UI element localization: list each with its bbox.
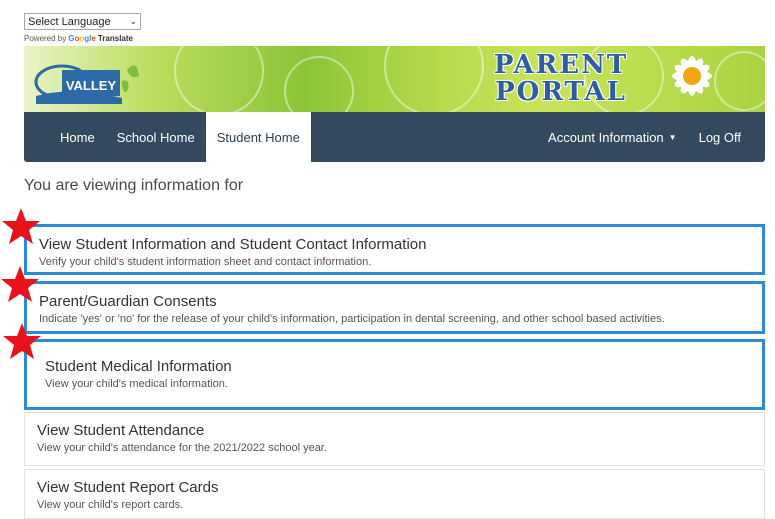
list-item-title: Student Medical Information — [45, 358, 232, 375]
chevron-down-icon: ⌄ — [129, 16, 137, 26]
language-select[interactable]: Select Language ⌄ — [24, 13, 141, 30]
list-item-desc: View your child's medical information. — [45, 378, 228, 390]
google-logo: Google — [68, 34, 96, 43]
list-item-desc: View your child's report cards. — [37, 499, 184, 511]
portal-title: PARENT PORTAL — [461, 52, 661, 106]
nav-log-off[interactable]: Log Off — [688, 112, 765, 162]
caret-down-icon: ▼ — [668, 132, 677, 142]
list-item-title: Parent/Guardian Consents — [39, 293, 217, 310]
list-item-desc: Verify your child's student information … — [39, 256, 372, 268]
list-item-desc: Indicate 'yes' or 'no' for the release o… — [39, 313, 665, 325]
viewing-info-text: You are viewing information for — [24, 177, 244, 194]
list-item-title: View Student Attendance — [37, 422, 205, 439]
daisy-flower-icon — [672, 56, 712, 96]
school-district-logo: VALLEY — [34, 64, 139, 104]
powered-by-google-translate: Powered by Google Translate — [24, 34, 133, 43]
red-star-icon — [3, 323, 41, 359]
list-item-medical-information[interactable]: Student Medical Information View your ch… — [24, 339, 765, 410]
list-item-desc: View your child's attendance for the 202… — [37, 442, 327, 454]
nav-account-information-label: Account Information — [548, 129, 664, 145]
translate-link[interactable]: Translate — [98, 34, 133, 43]
nav-home[interactable]: Home — [24, 112, 106, 162]
nav-school-home[interactable]: School Home — [106, 112, 206, 162]
portal-title-line-1: PARENT — [493, 50, 629, 80]
list-item-attendance[interactable]: View Student Attendance View your child'… — [24, 412, 765, 466]
main-navbar: Home School Home Student Home Account In… — [24, 112, 765, 162]
red-star-icon — [1, 266, 39, 302]
nav-account-information[interactable]: Account Information ▼ — [537, 112, 688, 162]
list-item-report-cards[interactable]: View Student Report Cards View your chil… — [24, 469, 765, 519]
powered-by-label: Powered by — [24, 34, 67, 43]
portal-title-line-2: PORTAL — [495, 77, 627, 107]
language-select-value: Select Language — [28, 15, 111, 28]
list-item-parent-consents[interactable]: Parent/Guardian Consents Indicate 'yes' … — [24, 281, 765, 334]
parent-portal-banner: VALLEY PARENT PORTAL — [24, 46, 765, 112]
list-item-student-information[interactable]: View Student Information and Student Con… — [24, 224, 765, 275]
list-item-title: View Student Report Cards — [37, 479, 219, 496]
red-star-icon — [2, 208, 40, 244]
nav-student-home[interactable]: Student Home — [205, 112, 311, 162]
logo-text: VALLEY — [66, 78, 117, 93]
list-item-title: View Student Information and Student Con… — [39, 236, 427, 253]
